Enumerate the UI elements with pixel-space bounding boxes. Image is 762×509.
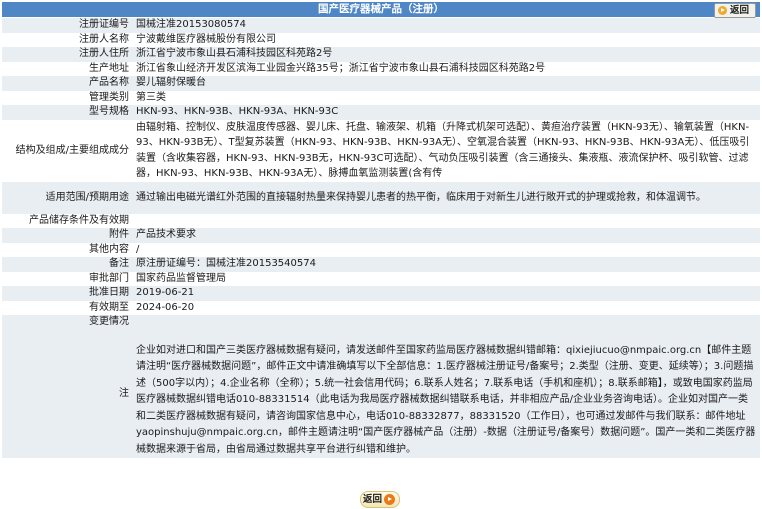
field-value bbox=[133, 213, 760, 228]
field-label: 产品名称 bbox=[2, 76, 133, 91]
field-label: 注册人住所 bbox=[2, 47, 133, 62]
field-label: 有效期至 bbox=[2, 300, 133, 315]
field-label: 备注 bbox=[2, 257, 133, 272]
back-button-top[interactable]: 返回 bbox=[713, 3, 756, 18]
table-row: 注册人名称 宁波戴维医疗器械股份有限公司 bbox=[2, 32, 760, 47]
table-row: 适用范围/预期用途 通过输出电磁光谱红外范围的直接辐射热量来保持婴儿患者的热平衡… bbox=[2, 181, 760, 214]
table-row: 审批部门 国家药品监督管理局 bbox=[2, 271, 760, 286]
field-label: 产品储存条件及有效期 bbox=[2, 213, 133, 228]
field-label: 批准日期 bbox=[2, 286, 133, 301]
back-button-label: 返回 bbox=[729, 5, 749, 16]
field-label: 管理类别 bbox=[2, 90, 133, 105]
table-row: 变更情况 bbox=[2, 315, 760, 330]
field-value: 国家药品监督管理局 bbox=[133, 271, 760, 286]
table-row: 管理类别 第三类 bbox=[2, 90, 760, 105]
field-label: 适用范围/预期用途 bbox=[2, 181, 133, 214]
field-label: 注册人名称 bbox=[2, 32, 133, 47]
field-value: 由辐射箱、控制仪、皮肤温度传感器、婴儿床、托盘、输液架、机箱（升降式机架可选配）… bbox=[133, 119, 760, 182]
arrow-right-icon bbox=[384, 494, 396, 505]
table-row: 生产地址 浙江省象山经济开发区滨海工业园金兴路35号；浙江省宁波市象山县石浦科技… bbox=[2, 61, 760, 76]
table-row: 产品名称 婴儿辐射保暖台 bbox=[2, 76, 760, 91]
field-label: 注册证编号 bbox=[2, 18, 133, 33]
notes-label: 注 bbox=[2, 329, 133, 458]
field-value: 国械注准20153080574 bbox=[133, 18, 760, 33]
field-label: 变更情况 bbox=[2, 315, 133, 330]
field-value: 2019-06-21 bbox=[133, 286, 760, 301]
table-row: 产品储存条件及有效期 bbox=[2, 213, 760, 228]
notes-row: 注 企业如对进口和国产三类医疗器械数据有疑问，请发送邮件至国家药监局医疗器械数据… bbox=[2, 329, 760, 458]
field-value: 浙江省象山经济开发区滨海工业园金兴路35号；浙江省宁波市象山县石浦科技园区科苑路… bbox=[133, 61, 760, 76]
field-label: 其他内容 bbox=[2, 242, 133, 257]
field-value: 婴儿辐射保暖台 bbox=[133, 76, 760, 91]
detail-table: 注册证编号 国械注准20153080574 注册人名称 宁波戴维医疗器械股份有限… bbox=[2, 18, 760, 458]
field-value: 原注册证编号：国械注准20153540574 bbox=[133, 257, 760, 272]
field-value: 产品技术要求 bbox=[133, 228, 760, 243]
notes-text: 企业如对进口和国产三类医疗器械数据有疑问，请发送邮件至国家药监局医疗器械数据纠错… bbox=[133, 329, 760, 458]
field-value: 宁波戴维医疗器械股份有限公司 bbox=[133, 32, 760, 47]
field-value: / bbox=[133, 242, 760, 257]
field-label: 结构及组成/主要组成成分 bbox=[2, 119, 133, 182]
field-value: 2024-06-20 bbox=[133, 300, 760, 315]
table-row: 附件 产品技术要求 bbox=[2, 228, 760, 243]
table-row: 备注 原注册证编号：国械注准20153540574 bbox=[2, 257, 760, 272]
field-label: 审批部门 bbox=[2, 271, 133, 286]
field-value: 通过输出电磁光谱红外范围的直接辐射热量来保持婴儿患者的热平衡，临床用于对新生儿进… bbox=[133, 181, 760, 214]
field-label: 型号规格 bbox=[2, 105, 133, 120]
field-label: 附件 bbox=[2, 228, 133, 243]
field-value: 浙江省宁波市象山县石浦科技园区科苑路2号 bbox=[133, 47, 760, 62]
field-label: 生产地址 bbox=[2, 61, 133, 76]
table-row: 型号规格 HKN-93、HKN-93B、HKN-93A、HKN-93C bbox=[2, 105, 760, 120]
table-row: 注册证编号 国械注准20153080574 bbox=[2, 18, 760, 33]
page-title: 国产医疗器械产品（注册） bbox=[318, 3, 444, 15]
table-row: 有效期至 2024-06-20 bbox=[2, 300, 760, 315]
arrow-right-icon bbox=[717, 6, 727, 15]
back-button-bottom[interactable]: 返回 bbox=[360, 491, 401, 508]
table-row: 注册人住所 浙江省宁波市象山县石浦科技园区科苑路2号 bbox=[2, 47, 760, 62]
field-value: HKN-93、HKN-93B、HKN-93A、HKN-93C bbox=[133, 105, 760, 120]
field-value bbox=[133, 315, 760, 330]
table-row: 其他内容 / bbox=[2, 242, 760, 257]
back-button-label: 返回 bbox=[363, 494, 383, 505]
page-header: 国产医疗器械产品（注册） 返回 bbox=[2, 2, 760, 18]
table-row: 结构及组成/主要组成成分 由辐射箱、控制仪、皮肤温度传感器、婴儿床、托盘、输液架… bbox=[2, 119, 760, 182]
field-value: 第三类 bbox=[133, 90, 760, 105]
table-row: 批准日期 2019-06-21 bbox=[2, 286, 760, 301]
